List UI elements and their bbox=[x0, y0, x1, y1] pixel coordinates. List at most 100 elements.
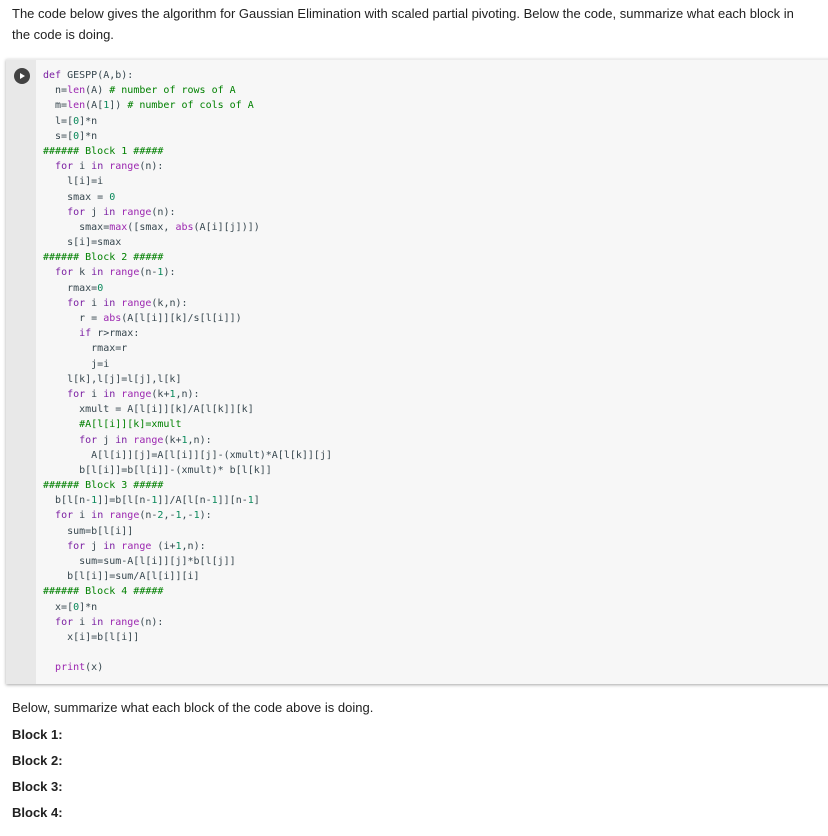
code-token: range bbox=[109, 161, 140, 173]
code-line: b[l[i]]=sum/A[l[i]][i] bbox=[43, 569, 332, 584]
code-line: def GESPP(A,b): bbox=[43, 68, 332, 83]
code-token: range bbox=[133, 434, 164, 446]
code-token: GESPP(A,b): bbox=[67, 70, 134, 81]
code-token: in bbox=[103, 206, 116, 218]
code-token: print bbox=[55, 662, 86, 674]
code-token: i bbox=[85, 388, 104, 400]
code-token: for bbox=[67, 388, 86, 400]
code-token: i bbox=[73, 616, 92, 628]
code-line: rmax=0 bbox=[43, 281, 332, 296]
code-token: (i+ bbox=[151, 540, 176, 552]
block-1-label: Block 1: bbox=[12, 727, 63, 742]
code-token: len bbox=[67, 85, 86, 97]
code-token: sum=sum-A[l[i]][j]*b[l[j]] bbox=[43, 556, 236, 567]
code-token: for bbox=[67, 297, 86, 309]
code-cell[interactable]: def GESPP(A,b): n=len(A) # number of row… bbox=[6, 59, 828, 684]
code-line: for i in range(n): bbox=[43, 615, 332, 630]
code-token: m= bbox=[43, 100, 68, 112]
code-token: j bbox=[85, 540, 104, 552]
code-line: r = abs(A[l[i]][k]/s[l[i]]) bbox=[43, 311, 332, 326]
code-line: sum=b[l[i]] bbox=[43, 524, 332, 539]
code-token: in bbox=[115, 434, 128, 446]
code-token: in bbox=[103, 388, 116, 400]
code-line: xmult = A[l[i]][k]/A[l[k]][k] bbox=[43, 402, 332, 417]
code-line: l[k],l[j]=l[j],l[k] bbox=[43, 372, 332, 387]
code-token: j=i bbox=[43, 358, 110, 370]
code-token: ,- bbox=[181, 510, 194, 522]
code-line: l=[0]*n bbox=[43, 114, 332, 129]
code-token: ]*n bbox=[79, 130, 98, 142]
code-line: for i in range(n-2,-1,-1): bbox=[43, 508, 332, 523]
code-token: (A[i][j])]) bbox=[193, 221, 260, 233]
code-line: for i in range(k,n): bbox=[43, 296, 332, 311]
code-token: range bbox=[121, 206, 152, 218]
code-token: ,n): bbox=[187, 434, 212, 446]
code-token: (n- bbox=[139, 510, 158, 522]
code-token: def bbox=[43, 70, 68, 81]
code-token: (k+ bbox=[163, 434, 182, 446]
code-comment: ###### Block 3 ##### bbox=[43, 480, 164, 492]
code-token: j bbox=[85, 206, 104, 218]
summary-prompt: Below, summarize what each block of the … bbox=[12, 700, 374, 715]
code-token: (A[l[i]][k]/s[l[i]]) bbox=[121, 313, 242, 324]
block-2-label: Block 2: bbox=[12, 753, 63, 768]
code-line: s[i]=smax bbox=[43, 235, 332, 250]
code-token: n= bbox=[43, 85, 68, 97]
code-token: s[i]=smax bbox=[43, 237, 122, 249]
code-token: range bbox=[109, 510, 140, 522]
code-token: in bbox=[103, 540, 116, 552]
code-token: abs bbox=[175, 221, 194, 233]
code-token: (A[ bbox=[85, 100, 104, 112]
code-comment: ###### Block 4 ##### bbox=[43, 586, 164, 598]
code-line: sum=sum-A[l[i]][j]*b[l[j]] bbox=[43, 554, 332, 569]
code-token: range bbox=[109, 267, 140, 279]
code-line: A[l[i]][j]=A[l[i]][j]-(xmult)*A[l[k]][j] bbox=[43, 448, 332, 463]
code-token: ]]/A[l[n- bbox=[157, 495, 212, 507]
code-token: for bbox=[55, 616, 74, 628]
code-line: smax = 0 bbox=[43, 190, 332, 205]
code-comment: ###### Block 2 ##### bbox=[43, 252, 164, 264]
code-line: ###### Block 2 ##### bbox=[43, 250, 332, 265]
block-4-label: Block 4: bbox=[12, 805, 63, 820]
code-token: r>rmax: bbox=[91, 328, 140, 340]
code-line: if r>rmax: bbox=[43, 326, 332, 341]
block-3-label: Block 3: bbox=[12, 779, 63, 794]
code-token: x[i]=b[l[i]] bbox=[43, 631, 140, 643]
code-comment: # number of rows of A bbox=[109, 85, 236, 97]
play-icon[interactable] bbox=[14, 68, 30, 84]
code-line: print(x) bbox=[43, 660, 332, 675]
code-token: 0 bbox=[97, 282, 104, 294]
code-line: m=len(A[1]) # number of cols of A bbox=[43, 98, 332, 113]
code-token: (n): bbox=[139, 616, 164, 628]
code-token: k bbox=[73, 267, 92, 279]
code-line: b[l[n-1]]=b[l[n-1]]/A[l[n-1]][n-1] bbox=[43, 493, 332, 508]
code-token: l[i]=i bbox=[43, 176, 104, 188]
code-token: len bbox=[67, 100, 86, 112]
code-token: i bbox=[73, 510, 92, 522]
code-token: r = bbox=[43, 313, 104, 324]
code-token: b[l[n- bbox=[43, 495, 92, 507]
code-line: #A[l[i]][k]=xmult bbox=[43, 417, 332, 432]
code-token: ,n): bbox=[175, 388, 200, 400]
code-editor[interactable]: def GESPP(A,b): n=len(A) # number of row… bbox=[43, 68, 332, 676]
code-token: smax = bbox=[43, 191, 110, 203]
code-token: for bbox=[55, 161, 74, 173]
code-line: ###### Block 1 ##### bbox=[43, 144, 332, 159]
code-line: for j in range (i+1,n): bbox=[43, 539, 332, 554]
code-token: rmax=r bbox=[43, 343, 128, 355]
code-token: in bbox=[103, 297, 116, 309]
code-token: abs bbox=[103, 313, 122, 324]
code-comment: ###### Block 1 ##### bbox=[43, 145, 164, 157]
code-token: ]*n bbox=[79, 115, 98, 127]
code-comment: #A[l[i]][k]=xmult bbox=[79, 419, 182, 431]
code-token: for bbox=[55, 510, 74, 522]
code-token: (k,n): bbox=[151, 297, 188, 309]
code-token: (x) bbox=[85, 662, 104, 674]
